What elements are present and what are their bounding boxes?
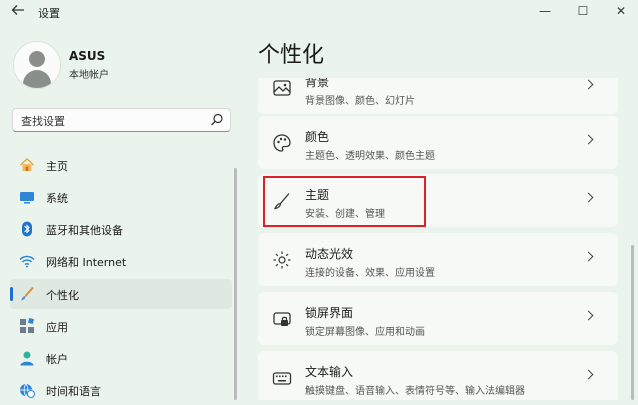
- card-colors[interactable]: 颜色 主题色、透明效果、颜色主题: [258, 116, 618, 169]
- search-input[interactable]: [19, 112, 213, 130]
- arrow-left-icon: [11, 5, 24, 15]
- brush-icon: [273, 193, 290, 210]
- card-text-input[interactable]: 文本输入 触摸键盘、语音输入、表情符号等、输入法编辑器: [258, 351, 618, 400]
- card-title: 文本输入: [305, 365, 354, 379]
- card-lock-screen[interactable]: 锁屏界面 锁定屏幕图像、应用和动画: [258, 292, 618, 345]
- sidebar-item-home[interactable]: 主页: [10, 150, 232, 180]
- back-button[interactable]: [8, 4, 28, 22]
- account-type: 本地帐户: [69, 70, 109, 81]
- search-icon[interactable]: [210, 112, 224, 128]
- chevron-right-icon: [583, 251, 594, 262]
- search-box[interactable]: [12, 108, 231, 132]
- card-background[interactable]: 背景 背景图像、颜色、幻灯片: [258, 78, 618, 114]
- lighting-icon: [273, 251, 291, 269]
- sidebar-item-time-language[interactable]: 时间和语言: [10, 375, 232, 405]
- globe-clock-icon: [20, 383, 35, 398]
- card-title: 动态光效: [305, 247, 354, 261]
- card-subtitle: 触摸键盘、语音输入、表情符号等、输入法编辑器: [305, 386, 525, 397]
- window-title: 设置: [38, 7, 60, 20]
- image-icon: [273, 80, 291, 96]
- lock-screen-icon: [273, 312, 291, 326]
- sidebar-item-personalization[interactable]: 个性化: [10, 279, 232, 309]
- sidebar-item-label: 时间和语言: [46, 385, 101, 398]
- chevron-right-icon: [583, 192, 594, 203]
- title-bar: 设置 — ☐ ✕: [0, 0, 638, 26]
- card-subtitle: 主题色、透明效果、颜色主题: [305, 151, 435, 162]
- brush-icon: [21, 286, 34, 301]
- card-subtitle: 锁定屏幕图像、应用和动画: [305, 327, 425, 338]
- card-subtitle: 安装、创建、管理: [305, 209, 385, 220]
- sidebar-item-apps[interactable]: 应用: [10, 311, 232, 341]
- sidebar-item-label: 主页: [46, 160, 68, 173]
- sidebar-item-label: 个性化: [46, 289, 79, 302]
- sidebar-item-bluetooth[interactable]: 蓝牙和其他设备: [10, 214, 232, 244]
- wifi-icon: [19, 255, 35, 268]
- chevron-right-icon: [583, 134, 594, 145]
- home-icon: [20, 158, 34, 171]
- apps-icon: [20, 318, 35, 333]
- card-title: 主题: [305, 188, 330, 202]
- card-dynamic-lighting[interactable]: 动态光效 连接的设备、效果、应用设置: [258, 233, 618, 286]
- bluetooth-icon: [22, 221, 32, 237]
- chevron-right-icon: [583, 369, 594, 380]
- sidebar-item-label: 系统: [46, 192, 68, 205]
- card-themes[interactable]: 主题 安装、创建、管理: [258, 174, 618, 227]
- sidebar-item-label: 帐户: [46, 353, 68, 366]
- sidebar-item-label: 蓝牙和其他设备: [46, 224, 123, 237]
- settings-list: 背景 背景图像、颜色、幻灯片 颜色 主题色、透明效果、颜色主题 主题 安装、创建…: [258, 78, 630, 400]
- card-subtitle: 背景图像、颜色、幻灯片: [305, 96, 415, 107]
- avatar[interactable]: [13, 41, 61, 89]
- main-scrollbar[interactable]: [631, 245, 634, 400]
- minimize-button[interactable]: —: [526, 0, 564, 22]
- person-icon: [20, 351, 34, 366]
- sidebar-scrollbar[interactable]: [234, 168, 237, 400]
- sidebar-item-accounts[interactable]: 帐户: [10, 343, 232, 373]
- close-button[interactable]: ✕: [602, 0, 638, 22]
- sidebar-item-system[interactable]: 系统: [10, 182, 232, 212]
- card-title: 锁屏界面: [305, 306, 354, 320]
- card-title: 背景: [305, 78, 330, 89]
- chevron-right-icon: [583, 79, 594, 90]
- avatar-body: [23, 70, 51, 88]
- chevron-right-icon: [583, 310, 594, 321]
- page-title: 个性化: [258, 43, 325, 68]
- maximize-button[interactable]: ☐: [564, 0, 602, 22]
- monitor-icon: [20, 192, 34, 204]
- account-name: ASUS: [69, 49, 106, 63]
- card-title: 颜色: [305, 130, 330, 144]
- sidebar-item-label: 应用: [46, 321, 68, 334]
- sidebar-item-network[interactable]: 网络和 Internet: [10, 246, 232, 276]
- avatar-head: [29, 51, 45, 67]
- card-subtitle: 连接的设备、效果、应用设置: [305, 268, 435, 279]
- sidebar-item-label: 网络和 Internet: [46, 256, 127, 269]
- palette-icon: [273, 134, 291, 152]
- keyboard-icon: [272, 372, 292, 385]
- selection-indicator: [10, 287, 13, 301]
